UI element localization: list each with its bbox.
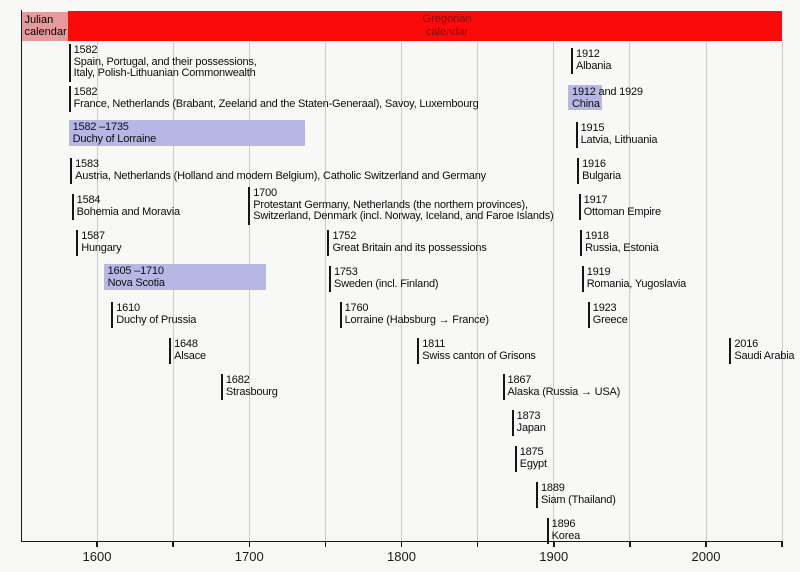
axis-label-1700: 1700 (227, 549, 271, 564)
axis-label-1900: 1900 (532, 549, 576, 564)
axis-tick-1700 (249, 541, 251, 547)
x-axis-layer: 1600 1700 1800 1900 2000 (0, 0, 800, 572)
axis-tick-1800 (401, 541, 403, 547)
axis-tick-1600 (96, 541, 98, 547)
axis-tick-1750 (325, 541, 327, 547)
gregorian-adoption-timeline: Julian calendar Gregorian calendar 1582S… (0, 0, 800, 572)
axis-tick-1950 (629, 541, 631, 547)
axis-tick-1850 (477, 541, 479, 547)
axis-label-1600: 1600 (75, 549, 119, 564)
axis-tick-2000 (705, 541, 707, 547)
axis-label-1800: 1800 (380, 549, 424, 564)
axis-label-2000: 2000 (684, 549, 728, 564)
axis-tick-1900 (553, 541, 555, 547)
axis-tick-2050 (781, 541, 783, 547)
axis-tick-1650 (172, 541, 174, 547)
